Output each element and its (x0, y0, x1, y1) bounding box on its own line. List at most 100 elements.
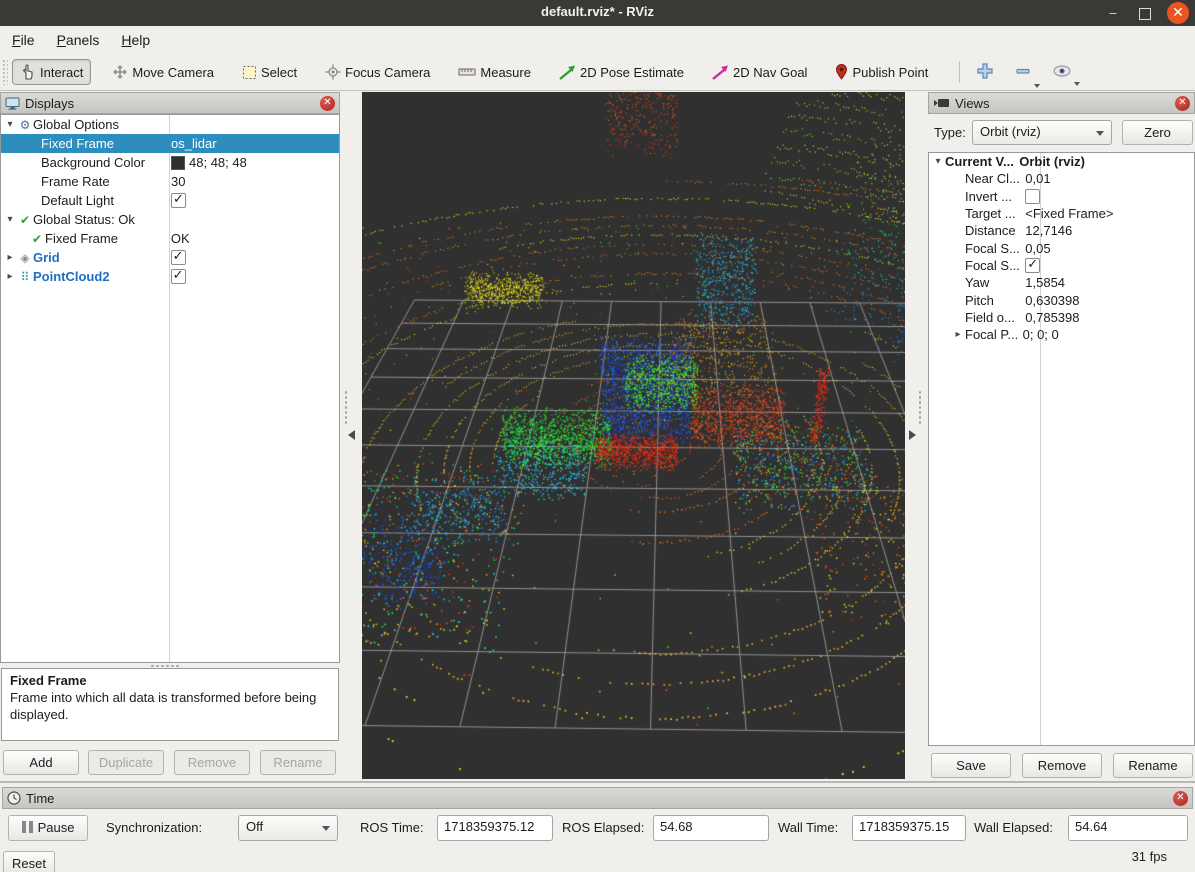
remove-display-button[interactable]: Remove (174, 750, 250, 775)
time-close-button[interactable]: ✕ (1173, 791, 1188, 806)
property-value[interactable]: 0,05 (1025, 241, 1050, 256)
pause-button[interactable]: Pause (8, 815, 88, 841)
menu-panels[interactable]: Panels (47, 28, 110, 52)
property-value[interactable]: 0,785398 (1025, 310, 1079, 325)
minus-icon (1014, 62, 1032, 80)
property-value[interactable]: 12,7146 (1025, 223, 1072, 238)
property-value[interactable]: 0,01 (1025, 171, 1050, 186)
property-value[interactable]: <Fixed Frame> (1025, 206, 1113, 221)
tool-2d-pose-estimate[interactable]: 2D Pose Estimate (552, 61, 691, 84)
property-value[interactable]: 30 (171, 174, 185, 189)
wall-elapsed-field[interactable]: 54.64 (1068, 815, 1188, 841)
property-value[interactable]: OK (171, 231, 190, 246)
views-row-target[interactable]: Target ...<Fixed Frame> (929, 205, 1194, 222)
displays-row-global-options[interactable]: ▾⚙Global Options (1, 115, 339, 134)
views-row-current-v[interactable]: ▾Current V... Orbit (rviz) (929, 153, 1194, 170)
duplicate-button[interactable]: Duplicate (88, 750, 164, 775)
checkbox[interactable] (1025, 258, 1040, 273)
displays-panel-header[interactable]: Displays ✕ (0, 92, 340, 114)
displays-row-default-light[interactable]: Default Light (1, 191, 339, 210)
checkbox[interactable] (171, 250, 186, 265)
3d-viewport[interactable] (362, 92, 905, 779)
collapse-arrow-icon[interactable]: ▾ (931, 156, 945, 167)
views-row-field-o[interactable]: Field o... 0,785398 (929, 309, 1194, 326)
displays-row-fixed-frame[interactable]: ✔Fixed FrameOK (1, 229, 339, 248)
views-row-near-cl[interactable]: Near Cl...0,01 (929, 170, 1194, 187)
collapse-left-arrow-icon[interactable] (348, 430, 355, 440)
eye-icon (1052, 64, 1072, 78)
property-label: Field o... (965, 310, 1015, 325)
maximize-button[interactable] (1135, 3, 1155, 23)
remove-view-button[interactable]: Remove (1022, 753, 1102, 778)
menu-file[interactable]: File (2, 28, 45, 52)
expand-arrow-icon[interactable]: ▸ (951, 329, 965, 340)
synchronization-combobox[interactable]: Off (238, 815, 338, 841)
window-close-button[interactable]: ✕ (1167, 2, 1189, 24)
tool-focus-camera[interactable]: Focus Camera (318, 60, 437, 84)
reset-button[interactable]: Reset (3, 851, 55, 872)
displays-row-background-color[interactable]: Background Color48; 48; 48 (1, 153, 339, 172)
right-splitter[interactable] (918, 390, 922, 424)
toolbar-drag-handle[interactable] (2, 59, 8, 85)
expand-arrow-icon[interactable]: ▸ (3, 271, 17, 282)
displays-row-frame-rate[interactable]: Frame Rate30 (1, 172, 339, 191)
views-row-focal-p[interactable]: ▸Focal P...0; 0; 0 (929, 326, 1194, 343)
zoom-out-button[interactable] (1008, 59, 1038, 86)
tool-select[interactable]: Select (235, 61, 304, 84)
property-value[interactable]: Orbit (rviz) (1019, 154, 1085, 169)
ros-elapsed-label: ROS Elapsed: (562, 820, 644, 835)
expand-arrow-icon[interactable]: ▸ (3, 252, 17, 263)
views-panel-header[interactable]: Views ✕ (928, 92, 1195, 114)
tool-measure[interactable]: Measure (451, 61, 538, 84)
views-row-yaw[interactable]: Yaw1,5854 (929, 274, 1194, 291)
property-value[interactable]: 0; 0; 0 (1023, 327, 1059, 342)
select-box-icon (242, 65, 257, 80)
property-value[interactable]: 1,5854 (1025, 275, 1065, 290)
minimize-button[interactable]: – (1103, 3, 1123, 23)
views-row-distance[interactable]: Distance12,7146 (929, 222, 1194, 239)
ros-time-field[interactable]: 1718359375.12 (437, 815, 553, 841)
checkbox[interactable] (171, 269, 186, 284)
displays-row-pointcloud2[interactable]: ▸⠿PointCloud2 (1, 267, 339, 286)
wall-time-field[interactable]: 1718359375.15 (852, 815, 966, 841)
ruler-icon (458, 66, 476, 78)
views-row-focal-s[interactable]: Focal S... (929, 257, 1194, 274)
tool-publish-point[interactable]: Publish Point (828, 60, 935, 84)
displays-close-button[interactable]: ✕ (320, 96, 335, 111)
time-panel-header[interactable]: Time ✕ (2, 787, 1193, 809)
left-splitter[interactable] (344, 390, 348, 424)
time-panel-divider[interactable] (0, 781, 1195, 783)
views-row-pitch[interactable]: Pitch0,630398 (929, 291, 1194, 308)
checkbox[interactable] (171, 193, 186, 208)
displays-row-fixed-frame[interactable]: Fixed Frameos_lidar (1, 134, 339, 153)
views-row-invert[interactable]: Invert ... (929, 188, 1194, 205)
tool-label: 2D Nav Goal (733, 65, 807, 80)
displays-row-global-status-ok[interactable]: ▾✔Global Status: Ok (1, 210, 339, 229)
rename-display-button[interactable]: Rename (260, 750, 336, 775)
tool-2d-nav-goal[interactable]: 2D Nav Goal (705, 61, 814, 84)
save-view-button[interactable]: Save (931, 753, 1011, 778)
views-row-focal-s[interactable]: Focal S...0,05 (929, 239, 1194, 256)
tool-move-camera[interactable]: Move Camera (105, 60, 221, 84)
window-title: default.rviz* - RViz (0, 4, 1195, 19)
toolbar-separator (959, 61, 960, 83)
view-type-combobox[interactable]: Orbit (rviz) (972, 120, 1112, 145)
collapse-right-arrow-icon[interactable] (909, 430, 916, 440)
views-close-button[interactable]: ✕ (1175, 96, 1190, 111)
ros-elapsed-field[interactable]: 54.68 (653, 815, 769, 841)
rename-view-button[interactable]: Rename (1113, 753, 1193, 778)
menu-help[interactable]: Help (111, 28, 160, 52)
tool-interact[interactable]: Interact (12, 59, 91, 85)
zero-button[interactable]: Zero (1122, 120, 1193, 145)
property-value[interactable]: os_lidar (171, 136, 217, 151)
collapse-arrow-icon[interactable]: ▾ (3, 119, 17, 130)
property-value[interactable]: 0,630398 (1025, 293, 1079, 308)
visibility-button[interactable] (1046, 61, 1078, 84)
property-label: Current V... (945, 154, 1014, 169)
displays-row-grid[interactable]: ▸◈Grid (1, 248, 339, 267)
zoom-in-button[interactable] (970, 59, 1000, 86)
property-value[interactable]: 48; 48; 48 (189, 155, 247, 170)
add-button[interactable]: Add (3, 750, 79, 775)
checkbox[interactable] (1025, 189, 1040, 204)
collapse-arrow-icon[interactable]: ▾ (3, 214, 17, 225)
